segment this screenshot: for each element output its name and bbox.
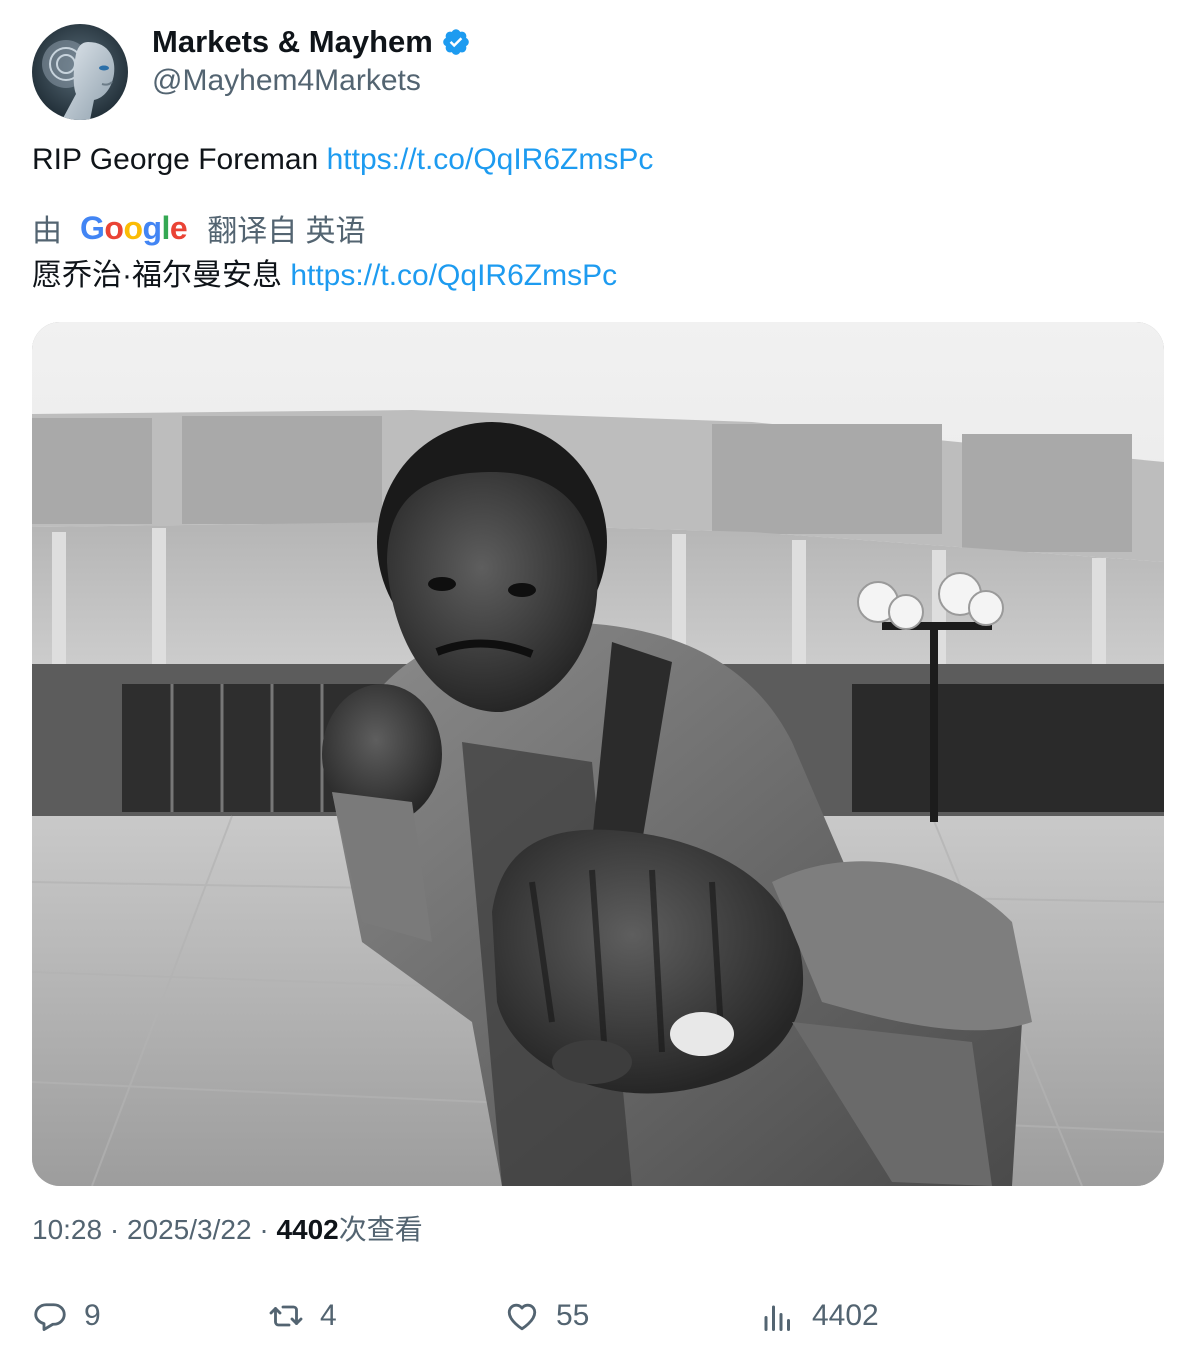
reply-icon (34, 1303, 66, 1331)
google-logo[interactable]: Google (80, 209, 188, 247)
meta-separator: · (251, 1214, 277, 1245)
retweet-button[interactable]: 4 (268, 1292, 337, 1340)
translated-body: 愿乔治·福尔曼安息 (32, 259, 291, 292)
google-letter: g (142, 209, 162, 246)
reply-count: 9 (84, 1299, 101, 1332)
views-action-count: 4402 (812, 1299, 879, 1332)
translated-link[interactable]: https://t.co/QqIR6ZmsPc (290, 259, 617, 292)
translated-by-label: 由 (32, 215, 62, 248)
verified-badge-icon (443, 29, 469, 55)
google-letter: l (161, 209, 171, 246)
name-row: Markets & Mayhem (152, 24, 471, 60)
user-handle[interactable]: @Mayhem4Markets (152, 64, 421, 98)
boxer-photo-icon (32, 322, 1164, 1186)
translated-from-label: 翻译自 英语 (207, 215, 366, 248)
like-button[interactable]: 55 (504, 1292, 589, 1340)
translation-attribution: 由 Google 翻译自 英语 (32, 206, 366, 250)
heart-icon (507, 1303, 537, 1331)
translated-text: 愿乔治·福尔曼安息 https://t.co/QqIR6ZmsPc (32, 256, 617, 296)
meta-separator: · (102, 1214, 127, 1245)
tweet-photo[interactable] (32, 322, 1164, 1186)
display-name[interactable]: Markets & Mayhem (152, 24, 433, 60)
tweet-meta: 10:28 · 2025/3/22 · 4402次查看 (32, 1208, 423, 1248)
tweet-time[interactable]: 10:28 (32, 1214, 102, 1245)
tweet-text: RIP George Foreman https://t.co/QqIR6Zms… (32, 140, 653, 180)
google-letter: G (80, 209, 105, 246)
tweet-body: RIP George Foreman (32, 143, 327, 176)
robot-avatar-icon (32, 24, 128, 120)
reply-button[interactable]: 9 (32, 1292, 101, 1340)
views-count: 4402 (276, 1214, 339, 1245)
avatar[interactable] (32, 24, 128, 120)
views-button[interactable]: 4402 (760, 1292, 879, 1340)
google-letter: e (169, 209, 188, 246)
like-count: 55 (556, 1299, 590, 1332)
bar-chart-icon (764, 1305, 790, 1331)
retweet-count: 4 (320, 1299, 337, 1332)
views-label: 次查看 (338, 1214, 423, 1245)
action-bar: 9 4 55 4402 (32, 1292, 1164, 1340)
tweet-date[interactable]: 2025/3/22 (127, 1214, 252, 1245)
tweet-header: Markets & Mayhem @Mayhem4Markets (32, 24, 1164, 120)
google-letter: o (123, 209, 143, 246)
tweet-link[interactable]: https://t.co/QqIR6ZmsPc (327, 143, 654, 176)
google-letter: o (104, 209, 124, 246)
retweet-icon (269, 1305, 303, 1327)
